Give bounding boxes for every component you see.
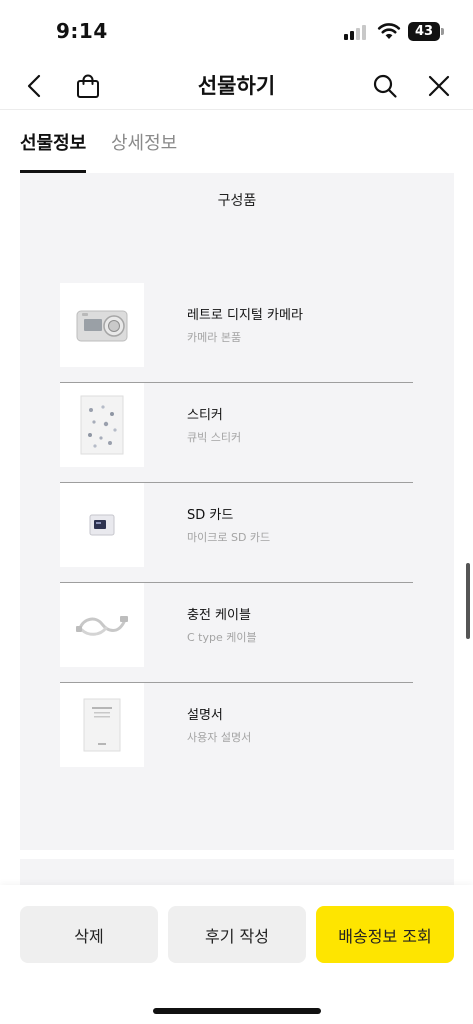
- item-name: 설명서: [187, 708, 223, 723]
- sd-card-icon: [89, 514, 115, 536]
- item-name: SD 카드: [187, 508, 234, 523]
- item-thumbnail: [60, 383, 144, 467]
- item-thumbnail: [60, 583, 144, 667]
- list-item: SD 카드 마이크로 SD 카드: [60, 483, 413, 583]
- search-button[interactable]: [367, 68, 403, 104]
- scrollbar[interactable]: [466, 563, 470, 639]
- list-item: 레트로 디지털 카메라 카메라 본품: [60, 283, 413, 383]
- status-bar: 9:14 43: [0, 0, 473, 62]
- camera-icon: [76, 310, 128, 342]
- wifi-icon: [377, 23, 401, 39]
- battery-level: 43: [408, 22, 440, 41]
- search-icon: [373, 74, 397, 98]
- list-item: 스티커 큐빅 스티커: [60, 383, 413, 483]
- component-list: 레트로 디지털 카메라 카메라 본품 스티커 큐빅 스티커 SD 카드 마이크로…: [60, 283, 413, 783]
- bottom-action-bar: 삭제 후기 작성 배송정보 조회: [0, 885, 473, 1024]
- item-subtitle: 마이크로 SD 카드: [187, 531, 271, 544]
- battery-icon: 43: [408, 22, 444, 41]
- tab-bar: 선물정보 상세정보: [0, 111, 473, 173]
- home-indicator: [153, 1008, 321, 1014]
- item-subtitle: 사용자 설명서: [187, 731, 252, 744]
- item-name: 레트로 디지털 카메라: [187, 308, 303, 323]
- item-thumbnail: [60, 483, 144, 567]
- tab-detail-info[interactable]: 상세정보: [111, 129, 177, 173]
- cellular-signal-icon: [344, 24, 370, 40]
- cable-icon: [76, 616, 128, 636]
- item-name: 스티커: [187, 408, 223, 423]
- list-item: 충전 케이블 C type 케이블: [60, 583, 413, 683]
- status-time: 9:14: [56, 19, 108, 43]
- item-subtitle: 큐빅 스티커: [187, 431, 242, 444]
- item-thumbnail: [60, 683, 144, 767]
- close-button[interactable]: [421, 68, 457, 104]
- item-name: 충전 케이블: [187, 608, 251, 623]
- item-thumbnail: [60, 283, 144, 367]
- shipping-info-button[interactable]: 배송정보 조회: [316, 906, 454, 963]
- components-title: 구성품: [217, 193, 257, 209]
- item-subtitle: C type 케이블: [187, 631, 257, 644]
- write-review-button[interactable]: 후기 작성: [168, 906, 306, 963]
- sticker-sheet-icon: [80, 395, 124, 455]
- close-icon: [428, 75, 450, 97]
- delete-button[interactable]: 삭제: [20, 906, 158, 963]
- tab-gift-info[interactable]: 선물정보: [20, 129, 87, 173]
- list-item: 설명서 사용자 설명서: [60, 683, 413, 783]
- nav-bar: 선물하기: [0, 62, 473, 110]
- components-panel: 구성품 레트로 디지털 카메라 카메라 본품 스티커 큐빅 스티커 SD 카드 …: [20, 173, 454, 850]
- manual-icon: [83, 698, 121, 752]
- item-subtitle: 카메라 본품: [187, 331, 242, 344]
